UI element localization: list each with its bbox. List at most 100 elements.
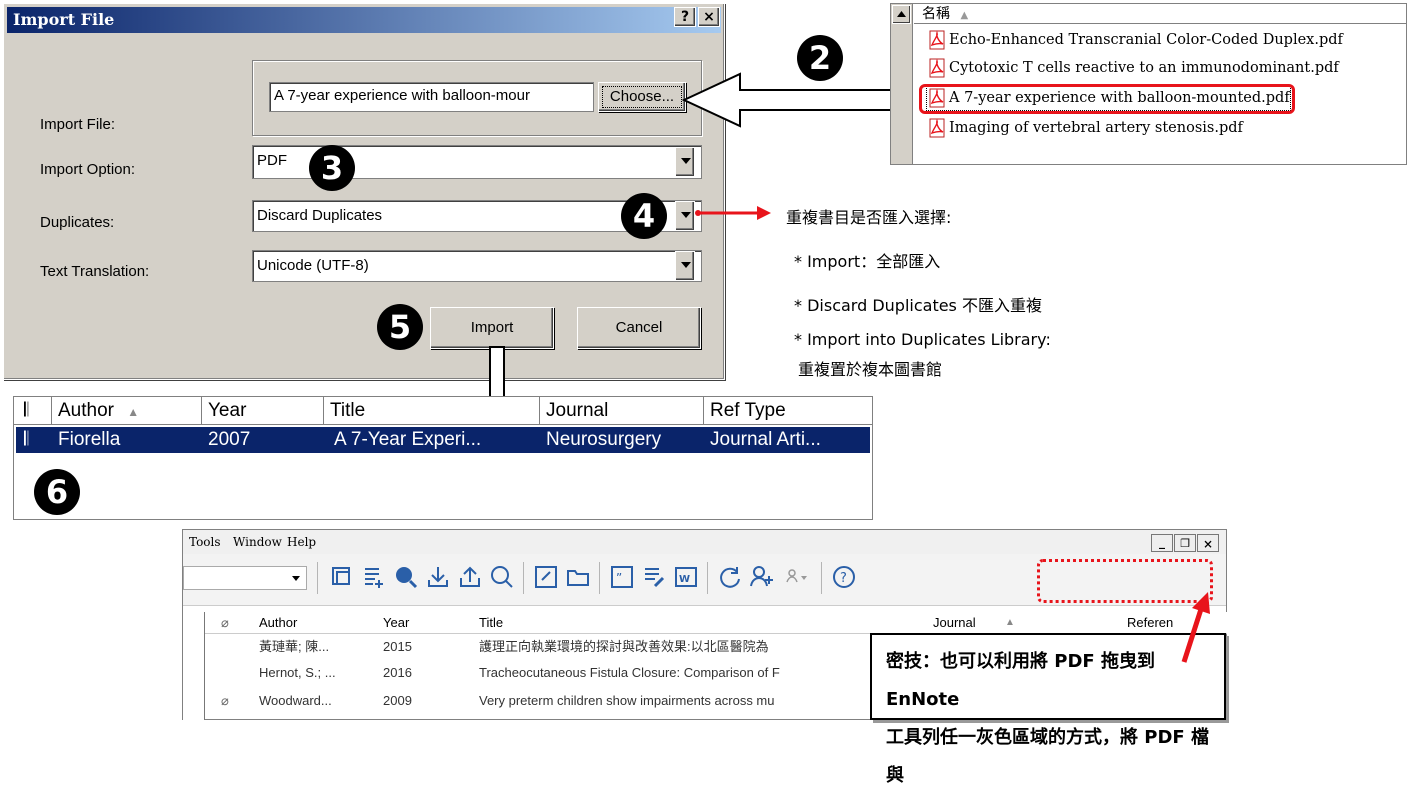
close-icon[interactable]: × (1197, 534, 1219, 552)
import-option-label: Import Option: (40, 161, 136, 178)
text-translation-select[interactable]: Unicode (UTF-8) (252, 250, 702, 282)
file-list-header[interactable]: 名稱 ▲ (914, 4, 1406, 24)
paperclip-icon: 𝄃 (24, 400, 29, 421)
step-4-badge: 4 (621, 193, 667, 239)
journal-header[interactable]: Journal (933, 612, 976, 634)
import-option-dropdown-icon[interactable] (675, 147, 695, 177)
title-cell: Tracheocutaneous Fistula Closure: Compar… (479, 665, 780, 680)
tip-line-2: 工具列任一灰色區域的方式，將 PDF 檔與 (886, 727, 1209, 786)
year-header[interactable]: Year (383, 612, 409, 634)
step-5-badge: 5 (377, 304, 423, 350)
duplicates-dropdown-icon[interactable] (675, 201, 695, 231)
sync-icon[interactable] (717, 564, 743, 590)
journal-column-header[interactable]: Journal (540, 397, 704, 425)
year-cell: 2009 (383, 693, 412, 708)
file-name: Cytotoxic T cells reactive to an immunod… (949, 60, 1339, 76)
toolbar-separator (707, 562, 708, 594)
import-file-label: Import File: (40, 116, 116, 133)
file-item[interactable]: Imaging of vertebral artery stenosis.pdf (927, 116, 1243, 140)
manage-sharing-icon[interactable] (783, 564, 809, 590)
style-dropdown-icon[interactable] (287, 568, 305, 588)
duplicates-note-line3: * Import into Duplicates Library: (794, 330, 1051, 349)
year-column-header[interactable]: Year (202, 397, 324, 425)
title-cell: Very preterm children show impairments a… (479, 693, 775, 708)
toolbar: ” W ? (183, 554, 1226, 606)
reference-list: 𝄃 Author ▲ Year Title Journal Ref Type 𝄃… (13, 396, 873, 520)
attachment-header-icon[interactable]: ⌀ (221, 612, 229, 634)
help-button[interactable]: ? (674, 7, 696, 27)
name-column-label: 名稱 (922, 6, 950, 22)
endnote-list-header: ⌀ Author Year Title Journal ▲ Referen (205, 612, 1227, 634)
white-arrow-icon (681, 72, 921, 128)
reference-header[interactable]: Referen (1127, 612, 1173, 634)
attachment-column-header[interactable]: 𝄃 (14, 397, 52, 425)
toolbar-separator (599, 562, 600, 594)
insert-citation-icon[interactable]: ” (609, 564, 635, 590)
return-to-word-icon[interactable]: W (673, 564, 699, 590)
restore-icon[interactable]: ❐ (1174, 534, 1196, 552)
help-icon[interactable]: ? (831, 564, 857, 590)
open-file-icon[interactable] (565, 564, 591, 590)
file-item[interactable]: Cytotoxic T cells reactive to an immunod… (927, 56, 1339, 80)
selected-file-highlight (919, 84, 1295, 114)
red-arrow-icon (695, 206, 771, 220)
duplicates-note-heading: 重複書目是否匯入選擇: (786, 208, 952, 227)
svg-text:”: ” (616, 571, 622, 585)
duplicates-note-line2: * Discard Duplicates 不匯入重複 (794, 296, 1042, 315)
file-list-scrollbar[interactable] (891, 4, 913, 164)
minimize-icon[interactable]: _ (1151, 534, 1173, 552)
export-icon[interactable] (457, 564, 483, 590)
import-icon[interactable] (425, 564, 451, 590)
tip-line-1: 密技：也可以利用將 PDF 拖曳到 EnNote (886, 651, 1155, 710)
choose-button[interactable]: Choose... (598, 82, 686, 112)
format-bibliography-icon[interactable] (641, 564, 667, 590)
toolbar-separator (821, 562, 822, 594)
pdf-file-icon (929, 118, 945, 138)
attachment-icon: 𝄃 (24, 429, 29, 450)
close-button[interactable]: × (698, 7, 720, 27)
pdf-file-icon (929, 58, 945, 78)
sort-asc-icon: ▲ (1005, 617, 1015, 628)
toolbar-separator (523, 562, 524, 594)
find-fulltext-icon[interactable] (489, 564, 515, 590)
author-cell: Fiorella (58, 429, 121, 450)
toolbar-separator (317, 562, 318, 594)
text-translation-dropdown-icon[interactable] (675, 251, 695, 281)
import-button[interactable]: Import (430, 307, 554, 349)
author-column-header[interactable]: Author ▲ (52, 397, 202, 425)
table-row[interactable]: 𝄃 Fiorella 2007 A 7-Year Experi... Neuro… (16, 427, 870, 453)
groups-pane (183, 612, 205, 720)
duplicates-note-line1: * Import：全部匯入 (794, 252, 941, 271)
copy-library-icon[interactable] (329, 564, 355, 590)
year-cell: 2015 (383, 639, 412, 654)
menu-bar: Tools Window Help _ ❐ × (183, 530, 1226, 554)
title-header[interactable]: Title (479, 612, 503, 634)
file-item[interactable]: Echo-Enhanced Transcranial Color-Coded D… (927, 28, 1343, 52)
dialog-title: Import File (7, 7, 721, 33)
menu-help[interactable]: Help (287, 530, 316, 554)
author-cell: 黃璉華; 陳... (259, 639, 330, 654)
import-file-field[interactable]: A 7-year experience with balloon-mour (269, 82, 594, 112)
year-cell: 2007 (208, 429, 251, 450)
author-header[interactable]: Author (259, 612, 297, 634)
duplicates-label: Duplicates: (40, 214, 115, 231)
title-column-header[interactable]: Title (324, 397, 540, 425)
year-cell: 2016 (383, 665, 412, 680)
red-up-arrow-icon (1181, 592, 1210, 663)
menu-tools[interactable]: Tools (189, 530, 221, 554)
step-3-badge: 3 (309, 145, 355, 191)
menu-window[interactable]: Window (233, 530, 282, 554)
online-search-icon[interactable] (393, 564, 419, 590)
scroll-up-icon[interactable] (892, 5, 911, 24)
title-cell: A 7-Year Experi... (334, 429, 482, 450)
reftype-cell: Journal Arti... (710, 429, 821, 450)
open-link-icon[interactable] (533, 564, 559, 590)
file-name: Imaging of vertebral artery stenosis.pdf (949, 120, 1243, 136)
step-6-badge: 6 (34, 469, 80, 515)
share-group-icon[interactable] (749, 564, 775, 590)
new-reference-icon[interactable] (361, 564, 387, 590)
reftype-column-header[interactable]: Ref Type (704, 397, 872, 425)
sort-asc-icon: ▲ (960, 10, 969, 21)
duplicates-note-line4: 重複置於複本圖書館 (798, 360, 943, 379)
cancel-button[interactable]: Cancel (577, 307, 701, 349)
